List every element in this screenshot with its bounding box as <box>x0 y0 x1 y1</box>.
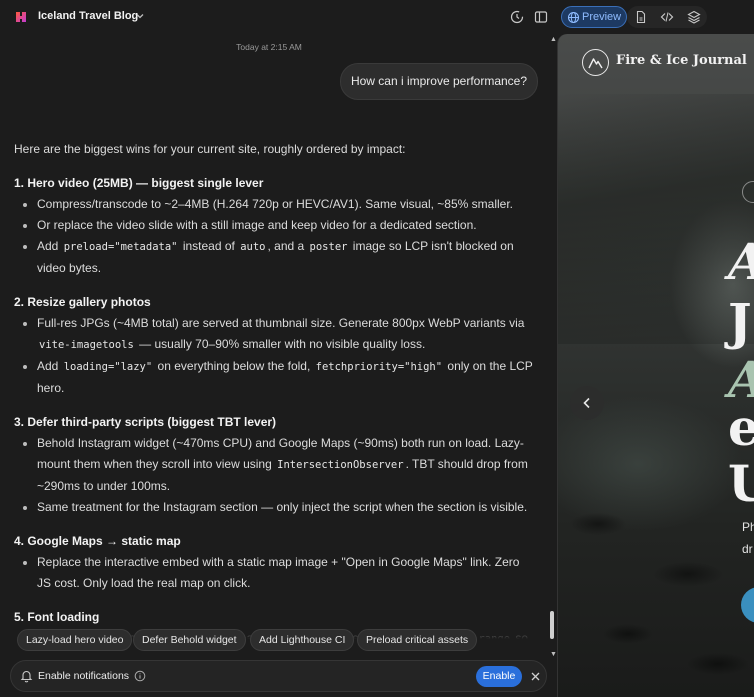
answer-section-heading: 1. Hero video (25MB) — biggest single le… <box>14 176 264 190</box>
answer-text: Compress/transcode to ~2–4MB (H.264 720p… <box>37 197 513 211</box>
hero-heading-char: U <box>728 454 754 514</box>
user-message: How can i improve performance? <box>340 63 538 100</box>
close-icon[interactable] <box>530 671 541 682</box>
top-bar: Iceland Travel Blog Preview <box>0 0 754 34</box>
answer-bullet-list: Compress/transcode to ~2–4MB (H.264 720p… <box>14 194 534 279</box>
answer-bullet-list: Behold Instagram widget (~470ms CPU) and… <box>14 433 534 518</box>
hero-heading-char: J <box>728 292 752 351</box>
answer-text: Replace the interactive embed with a sta… <box>37 555 520 590</box>
scroll-down-arrow-icon[interactable]: ▼ <box>550 651 557 658</box>
suggestion-chips: Lazy-load hero video Defer Behold widget… <box>0 627 547 657</box>
app-logo-icon <box>16 12 26 22</box>
inline-code: vite-imagetools <box>39 339 134 351</box>
chat-scrollbar[interactable] <box>547 34 557 697</box>
notification-label: Enable notifications <box>38 670 130 682</box>
list-item: Compress/transcode to ~2–4MB (H.264 720p… <box>14 194 534 215</box>
suggestion-chip[interactable]: Add Lighthouse CI <box>250 629 355 651</box>
code-icon[interactable] <box>659 9 675 25</box>
assistant-message: Here are the biggest wins for your curre… <box>14 139 534 663</box>
answer-text: Same treatment for the Instagram section… <box>37 500 528 514</box>
hero-subtitle-fragment: dr <box>742 542 753 556</box>
suggestion-chip[interactable]: Preload critical assets <box>357 629 478 651</box>
view-mode-group <box>627 6 707 28</box>
answer-bullet-list: Full-res JPGs (~4MB total) are served at… <box>14 313 534 399</box>
answer-intro: Here are the biggest wins for your curre… <box>14 142 406 156</box>
history-icon[interactable] <box>509 9 525 25</box>
list-item: Replace the interactive embed with a sta… <box>14 552 534 594</box>
site-logo-icon[interactable] <box>582 49 609 76</box>
inline-code: auto <box>240 241 266 253</box>
sidebar-toggle-icon[interactable] <box>533 9 549 25</box>
answer-text: instead of <box>179 239 239 253</box>
suggestion-chip[interactable]: Defer Behold widget <box>133 629 246 651</box>
preview-tab[interactable]: Preview <box>561 6 627 28</box>
bell-icon <box>20 670 33 683</box>
answer-text: on everything below the fold, <box>154 359 314 373</box>
globe-icon <box>567 11 580 24</box>
inline-code: IntersectionObserver <box>277 459 404 471</box>
info-icon[interactable] <box>134 670 146 682</box>
answer-section-heading: 2. Resize gallery photos <box>14 295 151 309</box>
list-item: Same treatment for the Instagram section… <box>14 497 534 518</box>
inline-code: fetchpriority="high" <box>315 361 443 373</box>
file-icon[interactable] <box>633 9 649 25</box>
answer-section-heading: 4. Google Maps → static map <box>14 534 181 548</box>
answer-section-heading: 3. Defer third-party scripts (biggest TB… <box>14 415 277 429</box>
list-item: Full-res JPGs (~4MB total) are served at… <box>14 313 534 356</box>
answer-text: , and a <box>267 239 308 253</box>
answer-text: Or replace the video slide with a still … <box>37 218 477 232</box>
answer-section-heading: 5. Font loading <box>14 610 100 624</box>
enable-notifications-button[interactable]: Enable <box>476 666 522 687</box>
hero-heading-char: A <box>728 232 754 292</box>
answer-text: Full-res JPGs (~4MB total) are served at… <box>37 316 525 330</box>
scrollbar-thumb[interactable] <box>550 611 554 639</box>
site-title[interactable]: Fire & Ice Journal <box>616 53 747 68</box>
list-item: Add preload="metadata" instead of auto, … <box>14 236 534 279</box>
chevron-left-icon <box>583 397 590 409</box>
chat-panel: Today at 2:15 AM How can i improve perfo… <box>0 34 557 697</box>
site-preview-pane: Fire & Ice Journal A J A e U Ph dr <box>557 34 754 697</box>
answer-text: Add <box>37 239 62 253</box>
notification-banner: Enable notifications Enable <box>10 660 547 692</box>
scroll-up-arrow-icon[interactable]: ▲ <box>550 36 557 43</box>
answer-text: Add <box>37 359 62 373</box>
answer-bullet-list: Replace the interactive embed with a sta… <box>14 552 534 594</box>
inline-code: poster <box>309 241 348 253</box>
answer-text: — usually 70–90% smaller with no visible… <box>135 337 426 351</box>
carousel-prev-button[interactable] <box>570 386 604 420</box>
project-title[interactable]: Iceland Travel Blog <box>38 10 138 22</box>
hero-background-image <box>558 94 754 344</box>
inline-code: loading="lazy" <box>63 361 153 373</box>
layers-icon[interactable] <box>686 9 702 25</box>
message-timestamp: Today at 2:15 AM <box>236 42 302 52</box>
list-item: Behold Instagram widget (~470ms CPU) and… <box>14 433 534 497</box>
chevron-down-icon[interactable] <box>134 10 146 22</box>
suggestion-chip[interactable]: Lazy-load hero video <box>17 629 133 651</box>
list-item: Or replace the video slide with a still … <box>14 215 534 236</box>
mountain-icon <box>588 58 603 69</box>
list-item: Add loading="lazy" on everything below t… <box>14 356 534 399</box>
inline-code: preload="metadata" <box>63 241 178 253</box>
hero-heading-char: e <box>728 398 754 458</box>
hero-subtitle-fragment: Ph <box>742 520 754 534</box>
preview-tab-label: Preview <box>582 11 622 23</box>
hero-foreground-rocks <box>558 464 754 697</box>
